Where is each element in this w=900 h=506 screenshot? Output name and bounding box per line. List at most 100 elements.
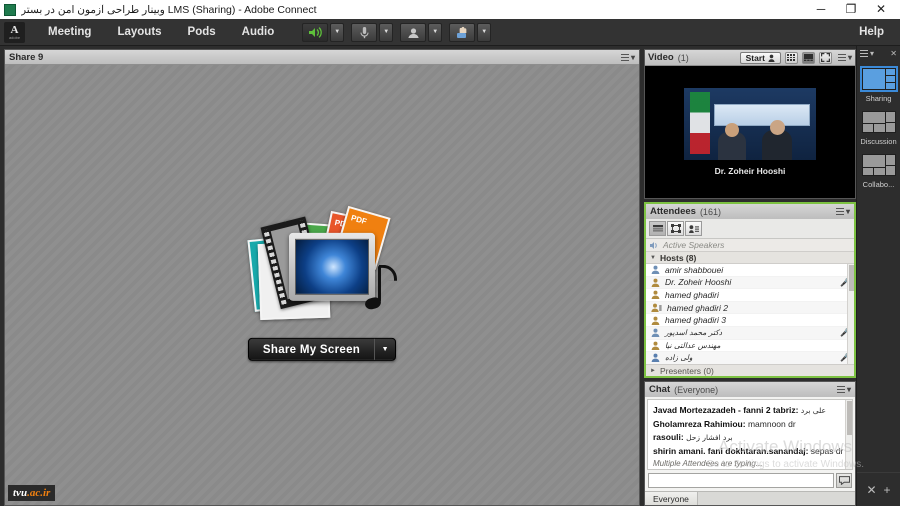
typing-notice: Multiple Attendees are typing...	[653, 459, 847, 468]
attendee-name: دکتر محمد اسدپور	[665, 328, 722, 337]
speaker-icon[interactable]	[302, 23, 328, 42]
list-item[interactable]: مهندس عدالتی نیا	[646, 340, 854, 353]
chat-sender: rasouli:	[653, 432, 684, 442]
presenters-group-header[interactable]: ► Presenters (0)	[646, 364, 854, 376]
host-avatar-icon	[651, 290, 660, 299]
chat-text: mamnoon dr	[748, 419, 796, 429]
attendees-pod-title: Attendees	[650, 206, 696, 217]
chat-input-row	[648, 472, 852, 489]
video-feed[interactable]	[684, 88, 816, 160]
collapse-icon[interactable]: ►	[650, 368, 656, 374]
chat-message: Javad Mortezazadeh - fanni 2 tabriz: علی…	[653, 404, 847, 418]
video-pod-menu-icon[interactable]: ▾	[838, 53, 852, 62]
window-controls: ─ ❐ ✕	[806, 0, 896, 19]
chat-pod-menu-icon[interactable]: ▾	[837, 385, 851, 394]
attendee-name: ولی زاده	[665, 353, 693, 362]
webcam-dropdown-arrow[interactable]: ▼	[428, 23, 442, 42]
chat-pod-title: Chat	[649, 384, 670, 395]
chat-tab-everyone[interactable]: Everyone	[645, 492, 698, 505]
chat-messages[interactable]: Javad Mortezazadeh - fanni 2 tabriz: علی…	[647, 399, 853, 470]
share-stage[interactable]: PDF PDF Share My Screen ▼ tvu.ac.i	[5, 65, 639, 505]
music-note-icon	[365, 265, 401, 309]
video-pod-title: Video	[648, 52, 674, 63]
chat-scope: (Everyone)	[674, 385, 718, 395]
filmstrip-view-icon[interactable]	[802, 52, 815, 64]
list-item[interactable]: hamed ghadiri 3	[646, 314, 854, 327]
maximize-button[interactable]: ❐	[836, 0, 866, 19]
list-item[interactable]: ولی زاده 🎤	[646, 352, 854, 364]
share-pod-header: Share 9 ▾	[5, 50, 639, 65]
video-pod-count: (1)	[678, 53, 689, 63]
list-view-icon[interactable]	[649, 221, 666, 236]
layout-item-sharing[interactable]: Sharing	[860, 66, 898, 103]
share-pod: Share 9 ▾ PDF PDF	[4, 49, 640, 506]
menu-help[interactable]: Help	[849, 26, 900, 38]
microphone-icon[interactable]	[351, 23, 377, 42]
adobe-connect-window: وبینار طراحی آزمون امن در بستر LMS (Shar…	[0, 0, 900, 506]
site-watermark: tvu.ac.ir	[8, 485, 55, 501]
attendees-pod-menu-icon[interactable]: ▾	[836, 207, 850, 216]
fullscreen-icon[interactable]	[819, 52, 832, 64]
list-item[interactable]: Dr. Zoheir Hooshi 🎤	[646, 277, 854, 290]
attendees-count: (161)	[700, 207, 721, 217]
right-pod-column: Video (1) Start ▾	[644, 49, 856, 506]
hosts-group-header[interactable]: ▼ Hosts (8)	[646, 252, 854, 264]
pod-menu-bars	[837, 386, 845, 393]
participant-left	[718, 132, 746, 160]
webcam-icon[interactable]	[400, 23, 426, 42]
layouts-menu-icon[interactable]: ▾	[860, 49, 874, 58]
layout-thumbnail-sharing	[860, 66, 898, 92]
minimize-button[interactable]: ─	[806, 0, 836, 19]
chat-message: rasouli: برد افشار زحل	[653, 431, 847, 445]
add-layout-icon[interactable]: +	[884, 483, 891, 497]
chat-tabs: Everyone	[645, 491, 855, 505]
share-placeholder: PDF PDF Share My Screen ▼	[227, 203, 417, 361]
menu-layouts[interactable]: Layouts	[104, 19, 174, 46]
share-pod-menu-icon[interactable]: ▾	[621, 53, 635, 62]
layout-item-collaboration[interactable]: Collabo...	[860, 152, 898, 189]
layout-label: Discussion	[860, 137, 896, 146]
layout-thumbnail-collaboration	[860, 152, 898, 178]
list-item[interactable]: hamed ghadiri	[646, 289, 854, 302]
menu-audio[interactable]: Audio	[229, 19, 288, 46]
collapse-layouts-icon[interactable]: ✕	[866, 483, 876, 497]
grid-view-icon[interactable]	[785, 52, 798, 64]
menu-meeting[interactable]: Meeting	[35, 19, 104, 46]
layouts-sidebar: ▾ ✕ Sharing Discussion	[856, 46, 900, 506]
attendees-list[interactable]: amir shabbouei Dr. Zoheir Hooshi 🎤 hamed…	[646, 264, 854, 364]
status-view-icon[interactable]	[685, 221, 702, 236]
layout-item-discussion[interactable]: Discussion	[860, 109, 898, 146]
layout-thumbnail-discussion	[860, 109, 898, 135]
video-start-label: Start	[746, 53, 765, 63]
expand-icon[interactable]: ▼	[650, 255, 656, 261]
audio-video-toolbar: ▼ ▼ ▼ ▼	[295, 23, 491, 42]
share-my-screen-button[interactable]: Share My Screen ▼	[248, 338, 396, 361]
host-avatar-icon	[651, 265, 660, 274]
chat-sender: Javad Mortezazadeh - fanni 2 tabriz:	[653, 405, 798, 415]
chat-bubble-icon[interactable]	[836, 473, 852, 488]
share-dropdown-caret[interactable]: ▼	[375, 339, 395, 360]
attendees-scrollbar[interactable]	[847, 264, 854, 364]
list-item[interactable]: amir shabbouei	[646, 264, 854, 277]
watermark-main: tvu	[13, 487, 27, 499]
attendees-pod: Attendees (161) ▾	[644, 202, 856, 378]
close-button[interactable]: ✕	[866, 0, 896, 19]
list-item[interactable]: دکتر محمد اسدپور 🎤	[646, 327, 854, 340]
microphone-dropdown-arrow[interactable]: ▼	[379, 23, 393, 42]
raisehand-dropdown-arrow[interactable]: ▼	[477, 23, 491, 42]
chat-scrollbar[interactable]	[845, 400, 852, 469]
pod-menu-caret: ▾	[846, 207, 850, 216]
layouts-close-icon[interactable]: ✕	[890, 49, 897, 58]
menu-pods[interactable]: Pods	[175, 19, 229, 46]
chat-text: برد افشار زحل	[686, 433, 733, 442]
speaker-dropdown-arrow[interactable]: ▼	[330, 23, 344, 42]
list-item[interactable]: hamed ghadiri 2	[646, 302, 854, 315]
adobe-logo-icon: A adobe	[4, 22, 25, 43]
raise-hand-icon[interactable]	[449, 23, 475, 42]
chat-input[interactable]	[648, 473, 834, 488]
chat-message: shirin amani. fani dokhtaran.sanandaj: s…	[653, 445, 847, 459]
grid-view-icon[interactable]	[667, 221, 684, 236]
pod-menu-caret: ▾	[631, 53, 635, 62]
video-start-button[interactable]: Start	[740, 52, 781, 64]
pod-menu-caret: ▾	[848, 53, 852, 62]
